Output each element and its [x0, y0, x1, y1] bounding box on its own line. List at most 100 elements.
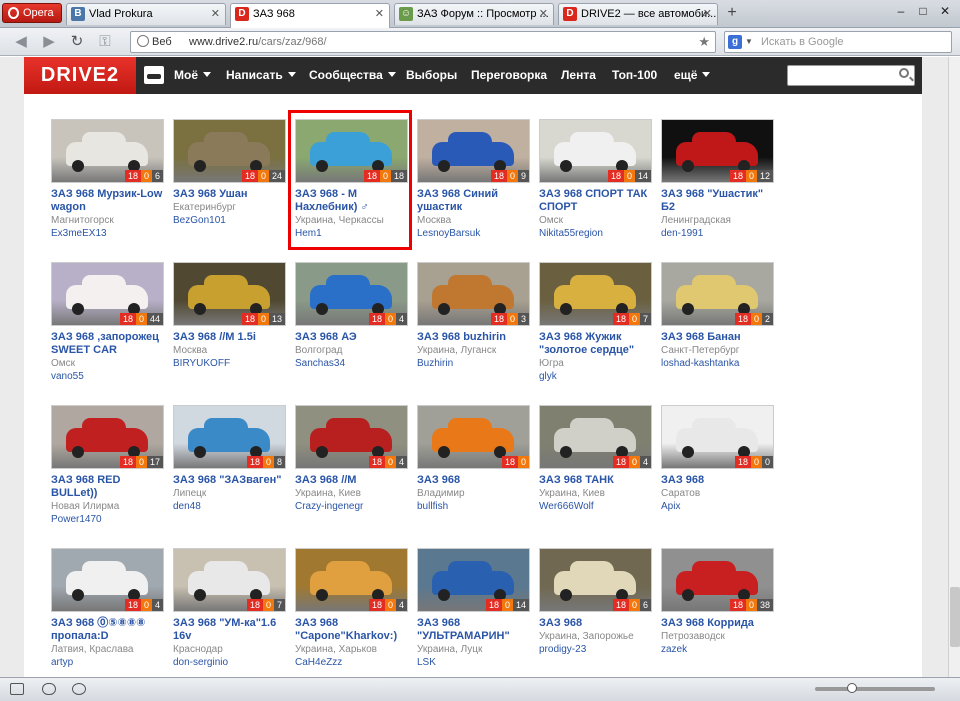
car-title[interactable]: ЗАЗ 968 "УЛЬТРАМАРИН" [417, 617, 531, 643]
car-photo[interactable]: 18 0 7 [539, 262, 652, 326]
car-owner[interactable]: artyp [51, 656, 165, 670]
car-owner[interactable]: don-serginio [173, 656, 287, 670]
tab-2[interactable]: D ЗАЗ 968 ✕ [230, 3, 390, 28]
search-input[interactable]: g ▼ Искать в Google [724, 31, 952, 53]
car-photo[interactable]: 18 0 24 [173, 119, 286, 183]
car-card[interactable]: 18 0 4 ЗАЗ 968 АЭ Волгоград Sanchas34 [295, 262, 409, 371]
car-owner[interactable]: LesnoyBarsuk [417, 227, 531, 241]
car-card[interactable]: 18 0 14 ЗАЗ 968 "УЛЬТРАМАРИН" Украина, Луцк L… [417, 548, 531, 670]
panel-toggle-icon[interactable] [10, 683, 24, 695]
car-card[interactable]: 18 0 18 ЗАЗ 968 - М Нахлебник) ♂ Украина, Че… [295, 119, 409, 241]
menu-item-3[interactable]: Сообщества [309, 57, 396, 94]
car-card[interactable]: 18 0 12 ЗАЗ 968 "Ушастик" Б2 Ленинградская de… [661, 119, 775, 241]
site-search-input[interactable] [787, 65, 915, 86]
unite-icon[interactable] [42, 683, 56, 695]
car-card[interactable]: 18 0 7 ЗАЗ 968 Жужик "золотое сердце" Югра gl… [539, 262, 653, 384]
minimize-icon[interactable]: – [890, 2, 912, 20]
car-title[interactable]: ЗАЗ 968 Синий ушастик [417, 188, 531, 214]
car-photo[interactable]: 18 0 7 [173, 548, 286, 612]
car-card[interactable]: 18 0 0 ЗАЗ 968 Саратов Apix [661, 405, 775, 514]
zoom-slider-knob[interactable] [847, 683, 857, 693]
car-photo[interactable]: 18 0 2 [661, 262, 774, 326]
scrollbar-thumb[interactable] [950, 587, 960, 647]
car-owner[interactable]: Nikita55region [539, 227, 653, 241]
chevron-down-icon[interactable]: ▼ [745, 32, 753, 52]
car-title[interactable]: ЗАЗ 968 RED BULLet)) [51, 474, 165, 500]
car-card[interactable]: 18 0 8 ЗАЗ 968 "ЗАЗваген" Липецк den48 [173, 405, 287, 514]
car-card[interactable]: 18 0 13 ЗАЗ 968 //М 1.5i Москва BIRYUKOFF [173, 262, 287, 371]
car-owner[interactable]: loshad-kashtanka [661, 357, 775, 371]
car-owner[interactable]: bullfish [417, 500, 531, 514]
car-photo[interactable]: 18 0 [417, 405, 530, 469]
car-photo[interactable]: 18 0 38 [661, 548, 774, 612]
car-photo[interactable]: 18 0 4 [295, 548, 408, 612]
car-title[interactable]: ЗАЗ 968 //М 1.5i [173, 331, 287, 344]
reload-icon[interactable]: ↻ [66, 32, 88, 52]
car-title[interactable]: ЗАЗ 968 Жужик "золотое сердце" [539, 331, 653, 357]
bookmark-star-icon[interactable]: ★ [698, 32, 710, 52]
car-photo[interactable]: 18 0 14 [539, 119, 652, 183]
vertical-scrollbar[interactable] [948, 57, 960, 677]
car-photo[interactable]: 18 0 6 [539, 548, 652, 612]
car-title[interactable]: ЗАЗ 968 ⓪⑤⑧⑧⑧ пропала:D [51, 617, 165, 643]
close-tab-icon[interactable]: ✕ [703, 4, 712, 24]
car-owner[interactable]: Buzhirin [417, 357, 531, 371]
car-card[interactable]: 18 0 ЗАЗ 968 Владимир bullfish [417, 405, 531, 514]
car-owner[interactable]: BezGon101 [173, 214, 287, 228]
car-title[interactable]: ЗАЗ 968 [539, 617, 653, 630]
car-card[interactable]: 18 0 38 ЗАЗ 968 Коррида Петрозаводск zazek [661, 548, 775, 657]
car-title[interactable]: ЗАЗ 968 АЭ [295, 331, 409, 344]
car-photo[interactable]: 18 0 4 [51, 548, 164, 612]
forward-icon[interactable]: ▶ [38, 32, 60, 52]
car-photo[interactable]: 18 0 13 [173, 262, 286, 326]
tab-4[interactable]: D DRIVE2 — все автомоби... ✕ [558, 3, 718, 25]
close-tab-icon[interactable]: ✕ [539, 4, 548, 24]
car-card[interactable]: 18 0 9 ЗАЗ 968 Синий ушастик Москва LesnoyBar… [417, 119, 531, 241]
car-card[interactable]: 18 0 14 ЗАЗ 968 СПОРТ ТАК СПОРТ Омск Nikita55… [539, 119, 653, 241]
car-card[interactable]: 18 0 17 ЗАЗ 968 RED BULLet)) Новая Илирма Pow… [51, 405, 165, 527]
car-owner[interactable]: Wer666Wolf [539, 500, 653, 514]
new-tab-button[interactable]: + [722, 4, 742, 23]
car-photo[interactable]: 18 0 18 [295, 119, 408, 183]
car-owner[interactable]: CaH4eZzz [295, 656, 409, 670]
car-photo[interactable]: 18 0 4 [295, 405, 408, 469]
car-title[interactable]: ЗАЗ 968 СПОРТ ТАК СПОРТ [539, 188, 653, 214]
car-title[interactable]: ЗАЗ 968 Коррида [661, 617, 775, 630]
car-card[interactable]: 18 0 4 ЗАЗ 968 ⓪⑤⑧⑧⑧ пропала:D Латвия, Красл… [51, 548, 165, 670]
car-owner[interactable]: LSK [417, 656, 531, 670]
speed-dial-icon[interactable] [72, 683, 86, 695]
key-icon[interactable]: ⚿ [94, 32, 116, 52]
car-title[interactable]: ЗАЗ 968 ТАНК [539, 474, 653, 487]
menu-item-8[interactable]: ещё [674, 57, 711, 94]
menu-item-6[interactable]: Лента [561, 57, 596, 94]
car-title[interactable]: ЗАЗ 968 [661, 474, 775, 487]
car-card[interactable]: 18 0 24 ЗАЗ 968 Ушан Екатеринбург BezGon101 [173, 119, 287, 228]
car-card[interactable]: 18 0 4 ЗАЗ 968 "Capone"Kharkov:) Украина, Ха… [295, 548, 409, 670]
car-title[interactable]: ЗАЗ 968 [417, 474, 531, 487]
car-photo[interactable]: 18 0 4 [539, 405, 652, 469]
car-owner[interactable]: Power1470 [51, 513, 165, 527]
car-title[interactable]: ЗАЗ 968 Банан [661, 331, 775, 344]
tab-3[interactable]: ☺ ЗАЗ Форум :: Просмотр ... ✕ [394, 3, 554, 25]
car-photo[interactable]: 18 0 17 [51, 405, 164, 469]
car-card[interactable]: 18 0 6 ЗАЗ 968 Украина, Запорожье prodigy-23 [539, 548, 653, 657]
car-owner[interactable]: Sanchas34 [295, 357, 409, 371]
car-card[interactable]: 18 0 6 ЗАЗ 968 Мурзик-Low wagon Магнитогорск… [51, 119, 165, 241]
car-owner[interactable]: zazek [661, 643, 775, 657]
car-title[interactable]: ЗАЗ 968 Мурзик-Low wagon [51, 188, 165, 214]
close-tab-icon[interactable]: ✕ [211, 4, 220, 24]
car-title[interactable]: ЗАЗ 968 "УМ-ка"1.6 16v [173, 617, 287, 643]
car-title[interactable]: ЗАЗ 968 //М [295, 474, 409, 487]
car-photo[interactable]: 18 0 12 [661, 119, 774, 183]
car-card[interactable]: 18 0 4 ЗАЗ 968 ТАНК Украина, Киев Wer666Wolf [539, 405, 653, 514]
car-title[interactable]: ЗАЗ 968 "ЗАЗваген" [173, 474, 287, 487]
car-photo[interactable]: 18 0 8 [173, 405, 286, 469]
opera-menu-button[interactable]: Opera [2, 3, 62, 23]
back-icon[interactable]: ◀ [10, 32, 32, 52]
menu-item-4[interactable]: Выборы [406, 57, 457, 94]
car-card[interactable]: 18 0 4 ЗАЗ 968 //М Украина, Киев Crazy-ingene… [295, 405, 409, 514]
drive2-logo[interactable]: DRIVE2 [24, 57, 136, 94]
menu-item-1[interactable]: Моё [174, 57, 211, 94]
address-field[interactable]: Веб www.drive2.ru/cars/zaz/968/ ★ [130, 31, 716, 53]
menu-item-5[interactable]: Переговорка [471, 57, 547, 94]
